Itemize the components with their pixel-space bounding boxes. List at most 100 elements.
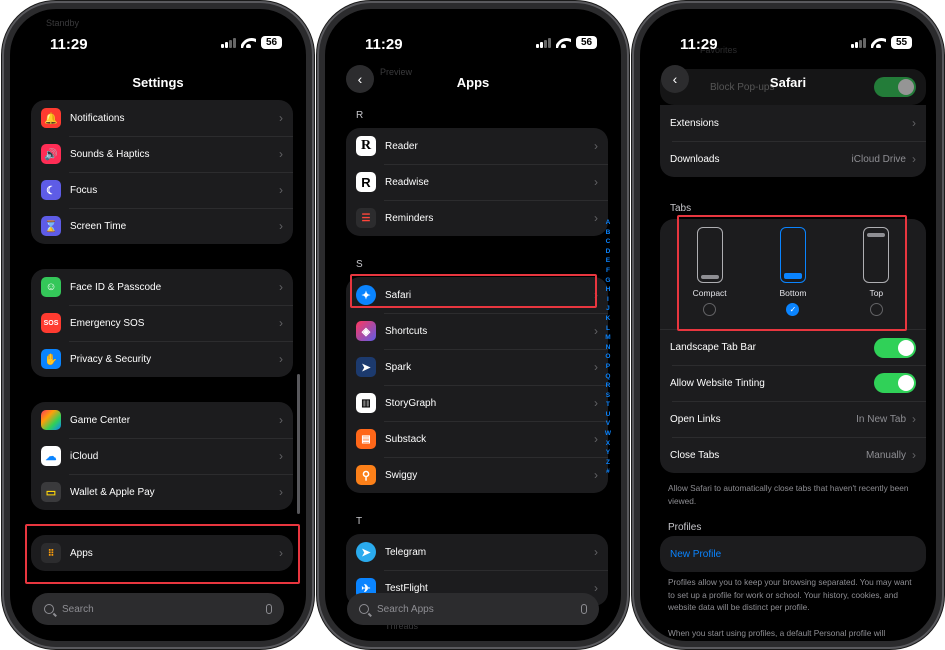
index-letter[interactable]: R (606, 381, 611, 391)
index-letter[interactable]: U (606, 410, 611, 420)
index-letter[interactable]: G (605, 276, 610, 286)
row-readwise[interactable]: R Readwise › (346, 164, 608, 200)
alphabet-index[interactable]: A B C D E F G H I J K L M N O P Q R S T U V W X Y Z # (605, 218, 611, 477)
row-label: Downloads (670, 153, 720, 165)
highlight-box-safari (350, 274, 597, 308)
close-tabs-footnote: Allow Safari to automatically close tabs… (668, 483, 909, 506)
landscape-tab-bar-toggle[interactable] (874, 337, 916, 358)
index-letter[interactable]: F (606, 266, 610, 276)
index-letter[interactable]: P (606, 362, 610, 372)
row-icloud[interactable]: ☁ iCloud › (31, 438, 293, 474)
row-telegram[interactable]: ➤ Telegram › (346, 534, 608, 570)
row-open-links[interactable]: Open Links In New Tab › (660, 401, 926, 437)
bell-icon: 🔔 (41, 108, 61, 128)
chevron-right-icon: › (912, 448, 916, 462)
index-letter[interactable]: D (606, 247, 611, 257)
row-sounds-haptics[interactable]: 🔊 Sounds & Haptics › (31, 136, 293, 172)
index-letter[interactable]: I (607, 295, 609, 305)
page-title: Apps (456, 75, 490, 90)
cloud-icon: ☁ (41, 446, 61, 466)
index-letter[interactable]: # (606, 467, 610, 477)
index-letter[interactable]: O (605, 352, 610, 362)
row-privacy-security[interactable]: ✋ Privacy & Security › (31, 341, 293, 377)
row-label: Wallet & Apple Pay (70, 486, 155, 498)
row-screen-time[interactable]: ⌛ Screen Time › (31, 208, 293, 244)
row-spark[interactable]: ➤ Spark › (346, 349, 608, 385)
chevron-right-icon: › (594, 360, 598, 374)
cellular-icon (221, 37, 236, 48)
section-header-profiles: Profiles (668, 522, 702, 533)
chevron-right-icon: › (594, 432, 598, 446)
index-letter[interactable]: T (606, 400, 610, 410)
row-face-id[interactable]: ☺ Face ID & Passcode › (31, 269, 293, 305)
cellular-icon (851, 37, 866, 48)
index-letter[interactable]: B (606, 228, 611, 238)
row-notifications[interactable]: 🔔 Notifications › (31, 100, 293, 136)
page-title: Safari (769, 75, 807, 90)
settings-group-2: ☺ Face ID & Passcode › SOS Emergency SOS… (31, 269, 293, 377)
index-letter[interactable]: C (606, 237, 611, 247)
index-letter[interactable]: X (606, 439, 610, 449)
row-extensions[interactable]: Extensions › (660, 105, 926, 141)
index-letter[interactable]: H (606, 285, 611, 295)
index-letter[interactable]: V (606, 419, 610, 429)
row-shortcuts[interactable]: ◈ Shortcuts › (346, 313, 608, 349)
microphone-icon[interactable] (581, 604, 587, 614)
phone-safari: Favorites 11:29 55 Block Pop-ups ‹ Safar… (634, 3, 942, 647)
row-label: Reader (385, 140, 418, 152)
chevron-right-icon: › (279, 352, 283, 366)
chevron-right-icon: › (279, 280, 283, 294)
microphone-icon[interactable] (266, 604, 272, 614)
search-placeholder: Search Apps (377, 603, 434, 615)
index-letter[interactable]: J (606, 304, 610, 314)
row-new-profile[interactable]: New Profile (660, 536, 926, 572)
row-label: TestFlight (385, 582, 428, 594)
shortcuts-icon: ◈ (356, 321, 376, 341)
row-swiggy[interactable]: ⚲ Swiggy › (346, 457, 608, 493)
row-label: Emergency SOS (70, 317, 145, 329)
index-letter[interactable]: E (606, 256, 610, 266)
wallet-icon: ▭ (41, 482, 61, 502)
battery-icon: 55 (891, 36, 912, 49)
website-tinting-toggle[interactable] (874, 373, 916, 393)
row-emergency-sos[interactable]: SOS Emergency SOS › (31, 305, 293, 341)
index-letter[interactable]: Q (605, 372, 610, 382)
new-profile-link[interactable]: New Profile (670, 549, 916, 560)
index-letter[interactable]: K (606, 314, 611, 324)
row-focus[interactable]: ☾ Focus › (31, 172, 293, 208)
index-letter[interactable]: S (606, 391, 610, 401)
chevron-right-icon: › (279, 147, 283, 161)
index-letter[interactable]: W (605, 429, 611, 439)
wifi-icon (241, 37, 256, 48)
row-downloads[interactable]: Downloads iCloud Drive › (660, 141, 926, 177)
storygraph-icon: ▥ (356, 393, 376, 413)
index-letter[interactable]: Y (606, 448, 610, 458)
index-letter[interactable]: M (605, 333, 610, 343)
row-label: Extensions (670, 117, 719, 129)
search-bar[interactable]: Search (32, 593, 284, 625)
safari-group-profiles: New Profile (660, 536, 926, 572)
chevron-right-icon: › (594, 396, 598, 410)
dynamic-island (118, 28, 204, 54)
index-letter[interactable]: A (606, 218, 611, 228)
row-substack[interactable]: ▤ Substack › (346, 421, 608, 457)
search-bar[interactable]: Search Apps (347, 593, 599, 625)
row-wallet[interactable]: ▭ Wallet & Apple Pay › (31, 474, 293, 510)
row-label: Close Tabs (670, 449, 720, 461)
row-storygraph[interactable]: ▥ StoryGraph › (346, 385, 608, 421)
chevron-right-icon: › (594, 139, 598, 153)
index-letter[interactable]: L (606, 324, 610, 334)
row-reminders[interactable]: ☰ Reminders › (346, 200, 608, 236)
speaker-icon: 🔊 (41, 144, 61, 164)
status-time: 11:29 (365, 36, 403, 53)
search-icon (359, 604, 369, 614)
row-game-center[interactable]: Game Center › (31, 402, 293, 438)
chevron-right-icon: › (912, 152, 916, 166)
row-reader[interactable]: R Reader › (346, 128, 608, 164)
row-label: Landscape Tab Bar (670, 342, 756, 353)
index-letter[interactable]: N (606, 343, 611, 353)
row-close-tabs[interactable]: Close Tabs Manually › (660, 437, 926, 473)
index-letter[interactable]: Z (606, 458, 610, 468)
scrollbar[interactable] (297, 374, 300, 514)
row-value: Manually (865, 449, 906, 461)
